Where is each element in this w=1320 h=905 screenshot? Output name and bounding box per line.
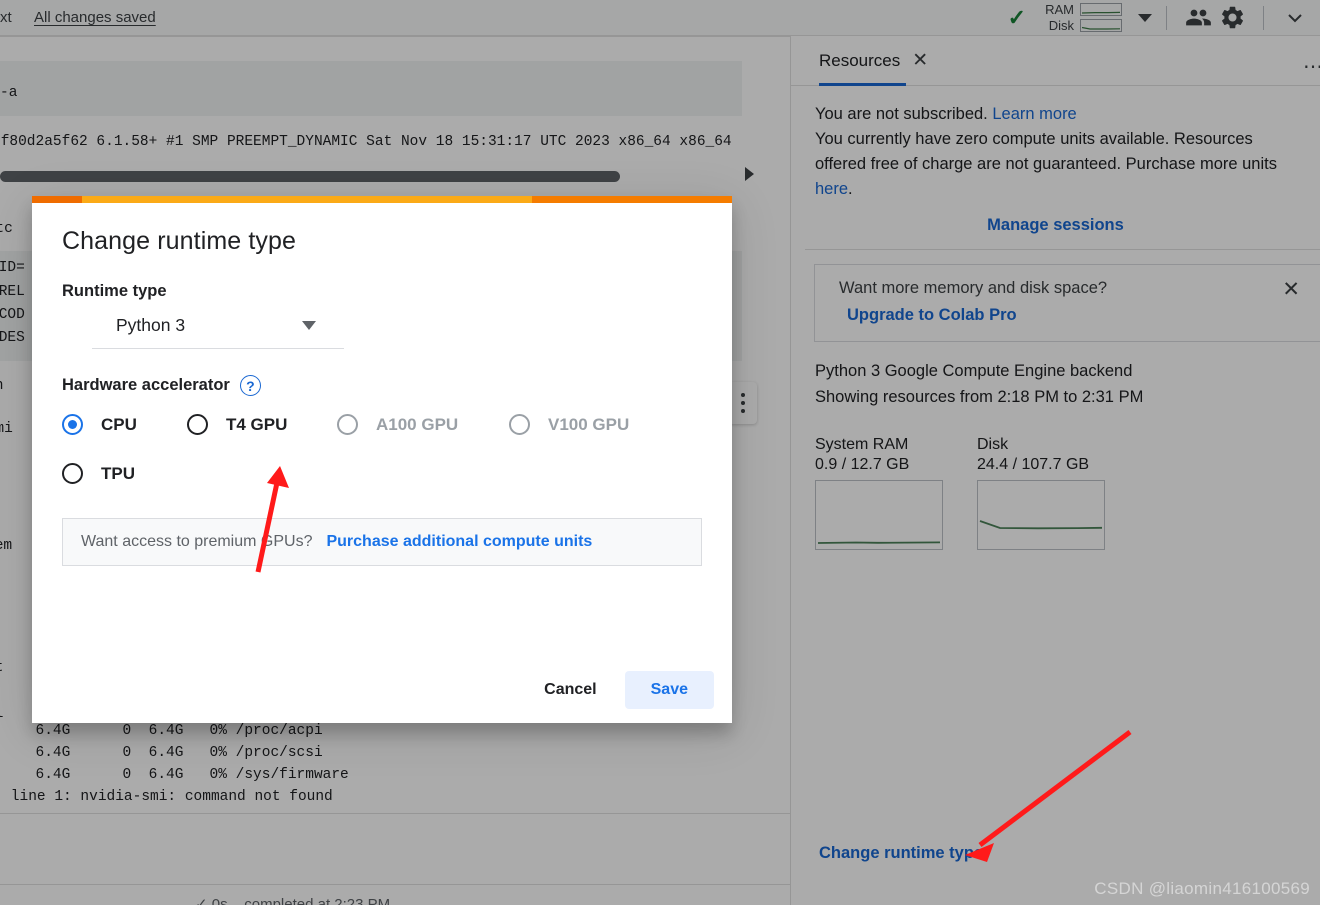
help-icon[interactable]: ? — [239, 375, 261, 396]
radio-option-t4-gpu[interactable]: T4 GPU — [187, 414, 337, 435]
dialog-title: Change runtime type — [62, 227, 296, 255]
radio-option-v100-gpu: V100 GPU — [509, 414, 629, 435]
dialog-actions: Cancel Save — [526, 671, 714, 709]
accelerator-radio-group: CPU T4 GPU A100 GPU V100 GPU TPU — [62, 414, 702, 484]
purchase-compute-units-link[interactable]: Purchase additional compute units — [326, 533, 592, 551]
dialog-accent-bar — [32, 196, 732, 203]
radio-indicator[interactable] — [62, 463, 83, 484]
radio-indicator[interactable] — [187, 414, 208, 435]
accent-segment-right — [532, 196, 732, 203]
hardware-accelerator-header: Hardware accelerator ? — [62, 375, 702, 396]
chevron-down-icon — [302, 321, 316, 330]
runtime-type-label: Runtime type — [62, 282, 167, 300]
accent-segment-left — [32, 196, 82, 203]
radio-label: TPU — [101, 463, 135, 483]
app-root: xt All changes saved ✓ RAM Disk -a 4f80d… — [0, 0, 1320, 905]
radio-label: CPU — [101, 414, 137, 434]
radio-label: T4 GPU — [226, 414, 288, 434]
radio-indicator — [337, 414, 358, 435]
radio-option-cpu[interactable]: CPU — [62, 414, 187, 435]
radio-indicator — [509, 414, 530, 435]
runtime-type-value: Python 3 — [116, 315, 186, 335]
radio-option-tpu[interactable]: TPU — [62, 463, 135, 484]
watermark: CSDN @liaomin416100569 — [1094, 879, 1310, 898]
radio-option-a100-gpu: A100 GPU — [337, 414, 509, 435]
save-button[interactable]: Save — [624, 671, 714, 709]
accent-segment-mid — [82, 196, 532, 203]
cancel-button[interactable]: Cancel — [526, 671, 614, 709]
premium-gpu-banner: Want access to premium GPUs? Purchase ad… — [62, 518, 702, 566]
hardware-accelerator-label: Hardware accelerator — [62, 376, 230, 394]
premium-question: Want access to premium GPUs? — [81, 533, 313, 550]
dialog-content: Change runtime type Runtime type Python … — [32, 203, 732, 566]
runtime-type-select[interactable]: Python 3 — [92, 315, 344, 349]
accelerator-radio-row-1: CPU T4 GPU A100 GPU V100 GPU — [62, 414, 702, 435]
change-runtime-type-dialog: Change runtime type Runtime type Python … — [32, 196, 732, 723]
radio-label: V100 GPU — [548, 414, 630, 434]
accelerator-radio-row-2: TPU — [62, 463, 702, 484]
radio-indicator[interactable] — [62, 414, 83, 435]
radio-label: A100 GPU — [376, 414, 459, 434]
